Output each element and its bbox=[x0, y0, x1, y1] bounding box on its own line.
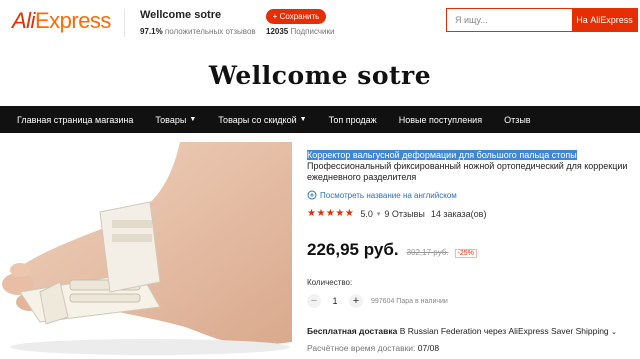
logo-express-text: Express bbox=[34, 8, 111, 33]
subscribers: 12035 Подписчики bbox=[266, 27, 335, 36]
product-title: Корректор вальгусной деформации для боль… bbox=[307, 150, 640, 184]
reviews-link[interactable]: 9 Отзывы bbox=[384, 209, 424, 219]
store-banner: Wellcome sotre bbox=[0, 46, 640, 106]
store-nav: Главная страница магазина Товары ▼ Товары… bbox=[0, 106, 640, 133]
quantity-label: Количество: bbox=[307, 278, 353, 287]
nav-reviews-label: Отзыв bbox=[504, 114, 531, 125]
plus-icon[interactable]: + bbox=[349, 294, 363, 308]
discount-badge: -25% bbox=[454, 249, 477, 258]
translate-link-label: Посмотреть название на английском bbox=[320, 190, 457, 200]
nav-new-arrivals-label: Новые поступления bbox=[398, 114, 483, 125]
nav-discounted-label: Товары со скидкой bbox=[218, 114, 297, 125]
logo-ali-text: Ali bbox=[12, 8, 35, 33]
nav-new-arrivals[interactable]: Новые поступления bbox=[399, 115, 482, 125]
nav-home[interactable]: Главная страница магазина bbox=[17, 115, 133, 125]
old-price: 302,17 руб. bbox=[406, 248, 449, 257]
rating-row: ★★★★★ 5.0 ▾ 9 Отзывы 14 заказа(ов) bbox=[307, 208, 486, 219]
nav-top-sales[interactable]: Топ продаж bbox=[329, 115, 377, 125]
nav-top-sales-label: Топ продаж bbox=[328, 114, 377, 125]
quantity-stepper: − 1 + 997604 Пара в наличии bbox=[307, 294, 448, 308]
nav-products-label: Товары bbox=[155, 114, 187, 125]
free-shipping-label: Бесплатная доставка bbox=[307, 326, 398, 336]
nav-discounted[interactable]: Товары со скидкой ▼ bbox=[218, 115, 306, 125]
eta-date: 07/08 bbox=[417, 343, 440, 353]
orders-count: 14 заказа(ов) bbox=[430, 208, 487, 219]
rating-value: 5.0 bbox=[360, 208, 373, 219]
translate-icon bbox=[307, 190, 317, 200]
subscribers-count: 12035 bbox=[266, 27, 289, 36]
aliexpress-logo[interactable]: AliExpress bbox=[12, 8, 111, 34]
chevron-down-icon[interactable]: ▾ bbox=[377, 210, 381, 218]
stock-count: 997604 Пара в наличии bbox=[371, 297, 448, 305]
chevron-down-icon: ▼ bbox=[189, 116, 197, 123]
product-title-selected[interactable]: Корректор вальгусной деформации для боль… bbox=[307, 150, 577, 160]
nav-reviews[interactable]: Отзыв bbox=[504, 115, 531, 125]
positive-percent: 97.1% bbox=[140, 27, 163, 36]
product-title-rest[interactable]: Профессиональный фиксированный ножной ор… bbox=[307, 161, 627, 182]
header-divider bbox=[124, 9, 125, 37]
top-header: AliExpress Wellcome sotre 97.1% положите… bbox=[0, 0, 640, 46]
translate-link[interactable]: Посмотреть название на английском bbox=[307, 190, 457, 200]
positive-label: положительных отзывов bbox=[164, 27, 256, 36]
subscribers-label: Подписчики bbox=[290, 27, 335, 36]
save-store-button[interactable]: + Сохранить bbox=[266, 9, 326, 24]
product-image[interactable] bbox=[0, 142, 292, 359]
banner-title: Wellcome sotre bbox=[208, 61, 432, 90]
eta-label: Расчётное время доставки: bbox=[307, 343, 416, 353]
shipping-info[interactable]: Бесплатная доставка В Russian Federation… bbox=[307, 326, 617, 336]
search-bar: На AliExpress bbox=[446, 8, 638, 32]
nav-home-label: Главная страница магазина bbox=[17, 114, 134, 125]
nav-products[interactable]: Товары ▼ bbox=[155, 115, 196, 125]
chevron-down-icon: ⌄ bbox=[611, 329, 617, 336]
delivery-estimate: Расчётное время доставки: 07/08 bbox=[307, 343, 439, 353]
current-price: 226,95 руб. bbox=[307, 240, 399, 259]
quantity-value[interactable]: 1 bbox=[321, 296, 349, 306]
bunion-corrector-foot-image bbox=[2, 142, 292, 355]
shipping-method: В Russian Federation через AliExpress Sa… bbox=[397, 326, 609, 336]
minus-icon[interactable]: − bbox=[307, 294, 321, 308]
product-info: Корректор вальгусной деформации для боль… bbox=[307, 150, 640, 184]
search-input[interactable] bbox=[447, 9, 572, 31]
store-name[interactable]: Wellcome sotre bbox=[140, 9, 221, 21]
search-button[interactable]: На AliExpress bbox=[572, 9, 637, 31]
chevron-down-icon: ▼ bbox=[299, 116, 307, 123]
price-row: 226,95 руб. 302,17 руб. -25% bbox=[307, 240, 477, 260]
star-icon: ★★★★★ bbox=[307, 208, 355, 219]
positive-feedback: 97.1% положительных отзывов bbox=[140, 27, 256, 36]
